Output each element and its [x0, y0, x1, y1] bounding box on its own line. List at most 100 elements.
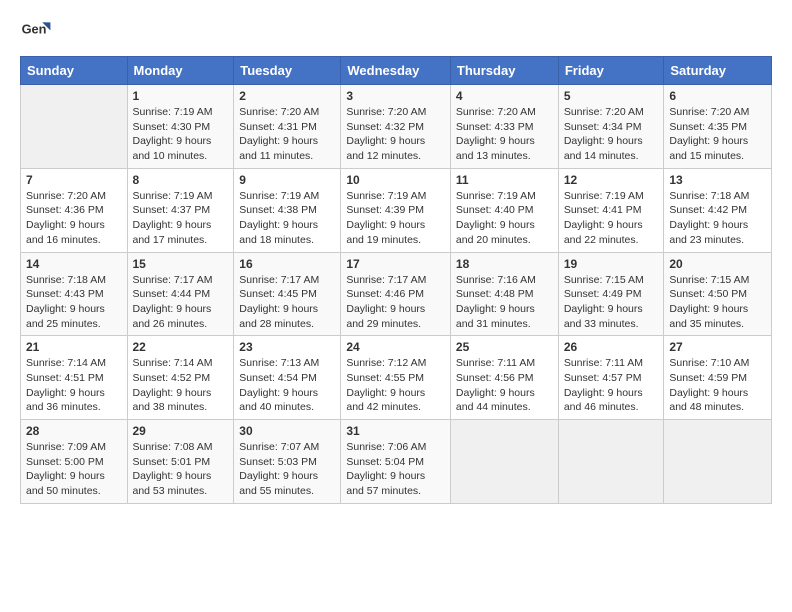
day-info: Sunrise: 7:15 AM Sunset: 4:50 PM Dayligh…: [669, 273, 766, 332]
calendar-cell: [21, 85, 128, 169]
calendar-cell: 22 Sunrise: 7:14 AM Sunset: 4:52 PM Dayli…: [127, 336, 234, 420]
calendar-cell: [450, 420, 558, 504]
day-info: Sunrise: 7:17 AM Sunset: 4:46 PM Dayligh…: [346, 273, 445, 332]
day-number: 11: [456, 173, 553, 187]
day-info: Sunrise: 7:08 AM Sunset: 5:01 PM Dayligh…: [133, 440, 229, 499]
calendar-cell: 16 Sunrise: 7:17 AM Sunset: 4:45 PM Dayli…: [234, 252, 341, 336]
calendar-cell: 5 Sunrise: 7:20 AM Sunset: 4:34 PM Daylig…: [558, 85, 664, 169]
weekday-header-tuesday: Tuesday: [234, 57, 341, 85]
calendar-cell: 4 Sunrise: 7:20 AM Sunset: 4:33 PM Daylig…: [450, 85, 558, 169]
calendar-week-1: 1Sunrise: 7:19 AM Sunset: 4:30 PM Daylig…: [21, 85, 772, 169]
weekday-header-row: SundayMondayTuesdayWednesdayThursdayFrid…: [21, 57, 772, 85]
day-number: 3: [346, 89, 445, 103]
day-number: 27: [669, 340, 766, 354]
day-number: 26: [564, 340, 659, 354]
calendar-cell: 30 Sunrise: 7:07 AM Sunset: 5:03 PM Dayli…: [234, 420, 341, 504]
calendar-cell: 15 Sunrise: 7:17 AM Sunset: 4:44 PM Dayli…: [127, 252, 234, 336]
calendar-week-5: 28 Sunrise: 7:09 AM Sunset: 5:00 PM Dayli…: [21, 420, 772, 504]
calendar-cell: 11 Sunrise: 7:19 AM Sunset: 4:40 PM Dayli…: [450, 168, 558, 252]
day-number: 18: [456, 257, 553, 271]
day-info: Sunrise: 7:19 AM Sunset: 4:37 PM Dayligh…: [133, 189, 229, 248]
day-info: Sunrise: 7:17 AM Sunset: 4:44 PM Dayligh…: [133, 273, 229, 332]
day-info: Sunrise: 7:20 AM Sunset: 4:33 PM Dayligh…: [456, 105, 553, 164]
calendar-cell: 3 Sunrise: 7:20 AM Sunset: 4:32 PM Daylig…: [341, 85, 451, 169]
calendar-cell: 23Sunrise: 7:13 AM Sunset: 4:54 PM Dayli…: [234, 336, 341, 420]
day-info: Sunrise: 7:19 AM Sunset: 4:41 PM Dayligh…: [564, 189, 659, 248]
day-number: 1: [133, 89, 229, 103]
calendar-week-2: 7 Sunrise: 7:20 AM Sunset: 4:36 PM Daylig…: [21, 168, 772, 252]
day-info: Sunrise: 7:11 AM Sunset: 4:57 PM Dayligh…: [564, 356, 659, 415]
weekday-header-wednesday: Wednesday: [341, 57, 451, 85]
day-info: Sunrise: 7:20 AM Sunset: 4:35 PM Dayligh…: [669, 105, 766, 164]
calendar-table: SundayMondayTuesdayWednesdayThursdayFrid…: [20, 56, 772, 504]
day-info: Sunrise: 7:07 AM Sunset: 5:03 PM Dayligh…: [239, 440, 335, 499]
day-number: 31: [346, 424, 445, 438]
calendar-week-4: 21 Sunrise: 7:14 AM Sunset: 4:51 PM Dayli…: [21, 336, 772, 420]
day-info: Sunrise: 7:18 AM Sunset: 4:43 PM Dayligh…: [26, 273, 122, 332]
day-number: 24: [346, 340, 445, 354]
day-number: 10: [346, 173, 445, 187]
calendar-week-3: 14Sunrise: 7:18 AM Sunset: 4:43 PM Dayli…: [21, 252, 772, 336]
calendar-cell: 18 Sunrise: 7:16 AM Sunset: 4:48 PM Dayli…: [450, 252, 558, 336]
calendar-cell: 2 Sunrise: 7:20 AM Sunset: 4:31 PM Daylig…: [234, 85, 341, 169]
calendar-cell: 13Sunrise: 7:18 AM Sunset: 4:42 PM Dayli…: [664, 168, 772, 252]
day-info: Sunrise: 7:16 AM Sunset: 4:48 PM Dayligh…: [456, 273, 553, 332]
day-number: 7: [26, 173, 122, 187]
calendar-cell: 31 Sunrise: 7:06 AM Sunset: 5:04 PM Dayli…: [341, 420, 451, 504]
day-number: 12: [564, 173, 659, 187]
day-number: 15: [133, 257, 229, 271]
day-number: 20: [669, 257, 766, 271]
calendar-cell: 27 Sunrise: 7:10 AM Sunset: 4:59 PM Dayli…: [664, 336, 772, 420]
calendar-cell: 6 Sunrise: 7:20 AM Sunset: 4:35 PM Daylig…: [664, 85, 772, 169]
logo: Gen: [20, 16, 56, 48]
day-info: Sunrise: 7:17 AM Sunset: 4:45 PM Dayligh…: [239, 273, 335, 332]
day-number: 16: [239, 257, 335, 271]
day-info: Sunrise: 7:20 AM Sunset: 4:36 PM Dayligh…: [26, 189, 122, 248]
weekday-header-saturday: Saturday: [664, 57, 772, 85]
day-info: Sunrise: 7:10 AM Sunset: 4:59 PM Dayligh…: [669, 356, 766, 415]
day-info: Sunrise: 7:14 AM Sunset: 4:51 PM Dayligh…: [26, 356, 122, 415]
calendar-cell: 17Sunrise: 7:17 AM Sunset: 4:46 PM Dayli…: [341, 252, 451, 336]
calendar-cell: 28 Sunrise: 7:09 AM Sunset: 5:00 PM Dayli…: [21, 420, 128, 504]
calendar-cell: 26 Sunrise: 7:11 AM Sunset: 4:57 PM Dayli…: [558, 336, 664, 420]
weekday-header-monday: Monday: [127, 57, 234, 85]
day-info: Sunrise: 7:09 AM Sunset: 5:00 PM Dayligh…: [26, 440, 122, 499]
calendar-cell: 7 Sunrise: 7:20 AM Sunset: 4:36 PM Daylig…: [21, 168, 128, 252]
day-info: Sunrise: 7:19 AM Sunset: 4:38 PM Dayligh…: [239, 189, 335, 248]
day-number: 21: [26, 340, 122, 354]
day-info: Sunrise: 7:19 AM Sunset: 4:40 PM Dayligh…: [456, 189, 553, 248]
day-info: Sunrise: 7:20 AM Sunset: 4:32 PM Dayligh…: [346, 105, 445, 164]
day-number: 28: [26, 424, 122, 438]
day-info: Sunrise: 7:13 AM Sunset: 4:54 PM Dayligh…: [239, 356, 335, 415]
calendar-cell: 12 Sunrise: 7:19 AM Sunset: 4:41 PM Dayli…: [558, 168, 664, 252]
calendar-cell: [558, 420, 664, 504]
day-number: 6: [669, 89, 766, 103]
svg-text:Gen: Gen: [22, 22, 47, 37]
calendar-cell: 1Sunrise: 7:19 AM Sunset: 4:30 PM Daylig…: [127, 85, 234, 169]
calendar-cell: 8Sunrise: 7:19 AM Sunset: 4:37 PM Daylig…: [127, 168, 234, 252]
day-number: 13: [669, 173, 766, 187]
calendar-cell: [664, 420, 772, 504]
calendar-cell: 9 Sunrise: 7:19 AM Sunset: 4:38 PM Daylig…: [234, 168, 341, 252]
day-number: 2: [239, 89, 335, 103]
day-number: 5: [564, 89, 659, 103]
day-info: Sunrise: 7:12 AM Sunset: 4:55 PM Dayligh…: [346, 356, 445, 415]
logo-icon: Gen: [20, 16, 52, 48]
day-info: Sunrise: 7:06 AM Sunset: 5:04 PM Dayligh…: [346, 440, 445, 499]
day-info: Sunrise: 7:20 AM Sunset: 4:34 PM Dayligh…: [564, 105, 659, 164]
day-info: Sunrise: 7:14 AM Sunset: 4:52 PM Dayligh…: [133, 356, 229, 415]
page-header: Gen: [20, 16, 772, 48]
day-number: 9: [239, 173, 335, 187]
day-number: 4: [456, 89, 553, 103]
calendar-cell: 20 Sunrise: 7:15 AM Sunset: 4:50 PM Dayli…: [664, 252, 772, 336]
weekday-header-friday: Friday: [558, 57, 664, 85]
weekday-header-sunday: Sunday: [21, 57, 128, 85]
day-number: 30: [239, 424, 335, 438]
day-info: Sunrise: 7:11 AM Sunset: 4:56 PM Dayligh…: [456, 356, 553, 415]
calendar-cell: 14Sunrise: 7:18 AM Sunset: 4:43 PM Dayli…: [21, 252, 128, 336]
calendar-cell: 21 Sunrise: 7:14 AM Sunset: 4:51 PM Dayli…: [21, 336, 128, 420]
day-info: Sunrise: 7:20 AM Sunset: 4:31 PM Dayligh…: [239, 105, 335, 164]
calendar-cell: 29 Sunrise: 7:08 AM Sunset: 5:01 PM Dayli…: [127, 420, 234, 504]
day-number: 22: [133, 340, 229, 354]
day-number: 29: [133, 424, 229, 438]
